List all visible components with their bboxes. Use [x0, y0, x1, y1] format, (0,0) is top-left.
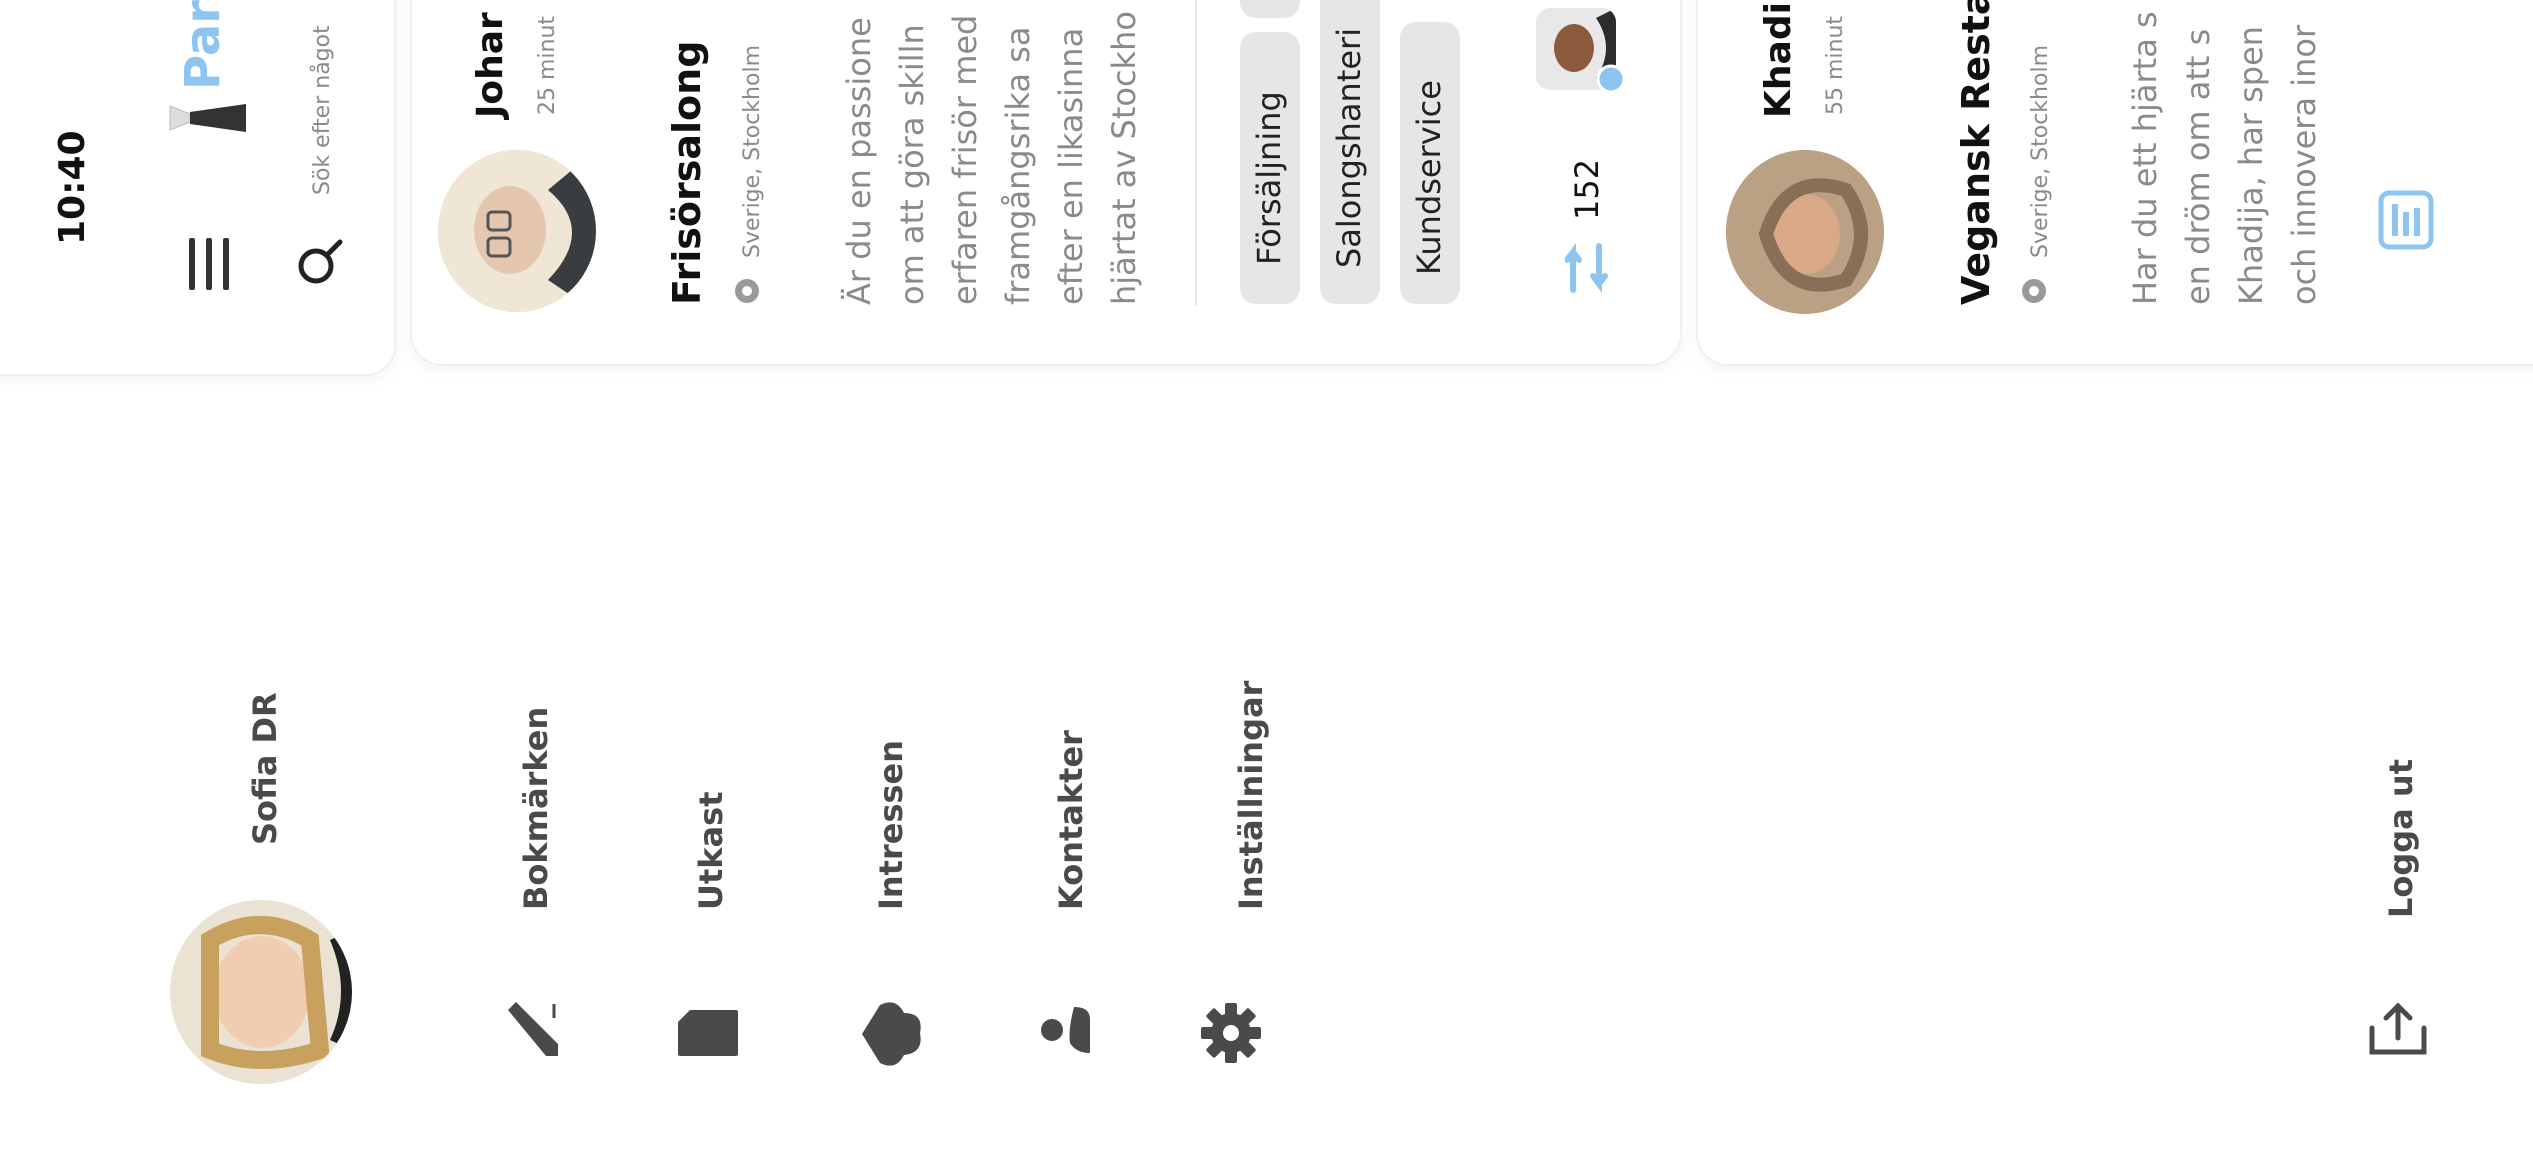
tag-label: Salongshanteri: [1330, 27, 1368, 268]
post-author[interactable]: Khadi: [1758, 2, 1799, 118]
post-body-line: en dröm om att s: [2179, 28, 2217, 305]
post-title[interactable]: Vegansk Restau: [1954, 0, 1998, 305]
tag-label: Kundservice: [1410, 80, 1448, 275]
menu-item-bookmarks[interactable]: Bokmärken: [517, 707, 555, 910]
contacts-icon: [1038, 1003, 1092, 1057]
pencil-icon: [502, 1000, 562, 1060]
search-input[interactable]: Sök efter något: [310, 25, 335, 195]
post-body-line: framgångsrika sa: [999, 26, 1037, 305]
menu-item-contacts[interactable]: Kontakter: [1052, 730, 1090, 910]
post-divider: [1195, 0, 1197, 305]
logout-button[interactable]: Logga ut: [2382, 759, 2420, 918]
post-title[interactable]: Frisörsalong: [665, 41, 709, 305]
status-time: 10:40: [52, 130, 93, 245]
menu-icon[interactable]: [185, 236, 233, 292]
avatar[interactable]: [438, 150, 596, 312]
post-body-line: efter en likasinna: [1052, 27, 1090, 305]
profile-name[interactable]: Sofia DR: [246, 692, 284, 845]
menu-item-drafts[interactable]: Utkast: [692, 792, 730, 911]
stats-icon[interactable]: [2378, 190, 2434, 250]
post-time: 25 minut: [535, 15, 560, 115]
logout-icon: [2368, 1002, 2428, 1056]
post-location: Sverige, Stockholm: [740, 45, 765, 258]
menu-item-interests[interactable]: Intressen: [872, 740, 910, 910]
post-card[interactable]: [412, 0, 1680, 364]
app-name: Par: [175, 0, 231, 90]
post-body-line: Khadija, har spen: [2232, 25, 2270, 305]
avatar[interactable]: [1726, 150, 1884, 314]
post-author[interactable]: Johar: [470, 12, 511, 118]
app-logo-icon: [168, 98, 248, 138]
verified-badge-icon: [1596, 64, 1626, 94]
post-body-line: hjärtat av Stockho: [1105, 11, 1143, 305]
search-icon[interactable]: [294, 236, 346, 288]
gear-icon: [1200, 1002, 1262, 1064]
post-body-line: Är du en passione: [840, 17, 878, 305]
repost-icon[interactable]: [1564, 240, 1609, 296]
post-time: 55 minut: [1823, 15, 1848, 115]
post-location: Sverige, Stockholm: [2028, 45, 2053, 258]
profile-avatar[interactable]: [170, 900, 352, 1084]
tag-label: Försäljning: [1250, 91, 1288, 265]
post-body-line: erfaren frisör med: [946, 14, 984, 305]
post-body-line: och innovera inor: [2285, 24, 2323, 305]
tag-chip[interactable]: [1240, 0, 1300, 18]
location-pin-icon: [733, 277, 761, 305]
location-pin-icon: [2020, 277, 2048, 305]
heart-icon: [860, 999, 922, 1069]
post-body-line: om att göra skilln: [893, 24, 931, 305]
draft-icon: [676, 1008, 740, 1058]
post-body-line: Har du ett hjärta s: [2126, 11, 2164, 305]
repost-count: 152: [1568, 158, 1606, 220]
menu-item-settings[interactable]: Inställningar: [1232, 681, 1270, 910]
